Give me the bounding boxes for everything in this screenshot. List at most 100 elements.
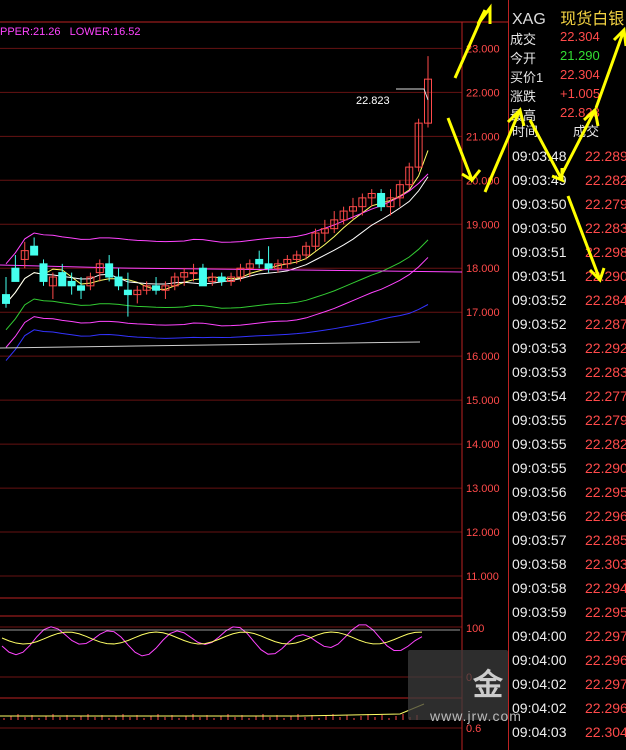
tick-time: 09:04:02 — [512, 676, 567, 692]
trading-screen: 23.000 22.000 21.000 20.000 19.000 18.000 17.0… — [0, 0, 626, 750]
bollinger-lower: LOWER:16.52 — [69, 26, 141, 38]
candle-body — [255, 258, 264, 265]
y-tick-label: 22.000 — [466, 87, 500, 99]
y-tick-label: 18.000 — [466, 263, 500, 275]
tick-time: 09:03:55 — [512, 436, 567, 452]
tick-row: 09:04:02 22.297 — [512, 676, 626, 700]
long-ma-line — [0, 341, 421, 349]
tick-row: 09:03:53 22.292 — [512, 340, 626, 364]
quote-row: 成交 22.304 — [510, 29, 626, 49]
tick-row: 09:03:58 22.303 — [512, 556, 626, 580]
osc-line-d — [1, 631, 423, 645]
tick-row: 09:03:59 22.295 — [512, 604, 626, 628]
tick-price: 22.290 — [585, 268, 626, 284]
candle-body — [189, 272, 198, 275]
tick-price: 22.292 — [585, 340, 626, 356]
ma5-line — [5, 150, 429, 304]
tick-row: 09:03:55 22.290 — [512, 460, 626, 484]
y-tick-label: 21.000 — [466, 131, 500, 143]
quote-label: 成交 — [510, 32, 537, 47]
y-tick-label: 14.000 — [466, 439, 500, 451]
tick-row: 09:04:00 22.296 — [512, 652, 626, 676]
tick-row: 09:03:56 22.295 — [512, 484, 626, 508]
watermark-url: www.jrw.com — [430, 708, 522, 724]
tick-price: 22.283 — [585, 220, 626, 236]
candle-body — [114, 276, 123, 287]
tick-row: 09:03:48 22.289 — [512, 148, 626, 172]
tick-time: 09:03:54 — [512, 388, 567, 404]
tick-price: 22.279 — [585, 412, 626, 428]
quote-label: 涨跌 — [510, 89, 537, 104]
tick-price: 22.290 — [585, 460, 626, 476]
tick-time: 09:03:58 — [512, 580, 567, 596]
tick-row: 09:03:58 22.294 — [512, 580, 626, 604]
tick-price: 22.296 — [585, 700, 626, 716]
tick-time: 09:03:51 — [512, 268, 567, 284]
tick-row: 09:03:54 22.277 — [512, 388, 626, 412]
tick-time: 09:03:59 — [512, 604, 567, 620]
bollinger-label: PPER:21.26 LOWER:16.52 — [0, 26, 141, 38]
tick-price: 22.295 — [585, 604, 626, 620]
tick-row: 09:04:00 22.297 — [512, 628, 626, 652]
price-chart: 23.00022.00021.00020.00019.00018.00017.0… — [0, 3, 508, 750]
candle-body — [67, 280, 76, 287]
quote-value: 21.290 — [560, 48, 600, 63]
y-tick-labels: 23.00022.00021.00020.00019.00018.00017.0… — [466, 43, 500, 583]
quote-title: XAG 现货白银 — [512, 5, 624, 29]
tick-header-time: 时间 — [512, 124, 539, 139]
quote-row: 买价1 22.304 — [510, 67, 626, 87]
tick-row: 09:03:50 22.283 — [512, 220, 626, 244]
y-tick-label: 13.000 — [466, 483, 500, 495]
tick-row: 09:03:51 22.290 — [512, 268, 626, 292]
instrument-name: 现货白银 — [560, 11, 625, 28]
y-tick-label: 17.000 — [466, 307, 500, 319]
tick-price: 22.297 — [585, 628, 626, 644]
quote-row: 今开 21.290 — [510, 48, 626, 68]
tick-price: 22.295 — [585, 484, 626, 500]
quote-value: 22.304 — [560, 67, 600, 82]
quote-value: +1.005 — [560, 86, 601, 101]
tick-time: 09:03:50 — [512, 196, 567, 212]
symbol: XAG — [512, 11, 546, 28]
quote-label: 今开 — [510, 51, 537, 66]
tick-time: 09:04:03 — [512, 724, 567, 740]
candle-body — [11, 267, 20, 282]
tick-row: 09:03:56 22.296 — [512, 508, 626, 532]
tick-row: 09:03:52 22.284 — [512, 292, 626, 316]
tick-price: 22.282 — [585, 172, 626, 188]
indicator2-bars — [0, 703, 425, 720]
quote-value: 22.823 — [560, 105, 600, 120]
candle-body — [30, 245, 39, 256]
watermark-logo: 金 — [473, 669, 503, 702]
tick-price: 22.277 — [585, 388, 626, 404]
ma40-line — [5, 304, 429, 361]
tick-price: 22.298 — [585, 244, 626, 260]
tick-row: 09:03:57 22.285 — [512, 532, 626, 556]
tick-time: 09:03:53 — [512, 364, 567, 380]
candle-body — [77, 285, 86, 291]
indicator1-label-top: 100 — [466, 623, 484, 635]
candle-body — [39, 263, 48, 282]
tick-row: 09:03:53 22.283 — [512, 364, 626, 388]
tick-price: 22.282 — [585, 436, 626, 452]
tick-row: 09:03:51 22.298 — [512, 244, 626, 268]
y-tick-label: 12.000 — [466, 527, 500, 539]
candle-body — [58, 272, 67, 287]
quote-value: 22.304 — [560, 29, 600, 44]
tick-time: 09:03:55 — [512, 460, 567, 476]
quote-label: 买价1 — [510, 70, 544, 85]
tick-price: 22.304 — [585, 724, 626, 740]
price-marker-line — [396, 88, 429, 101]
arrow-b — [446, 117, 482, 183]
tick-time: 09:04:00 — [512, 628, 567, 644]
tick-time: 09:03:51 — [512, 244, 567, 260]
tick-time: 09:03:57 — [512, 532, 567, 548]
tick-price: 22.289 — [585, 148, 626, 164]
candle-body — [264, 263, 273, 269]
y-tick-label: 15.000 — [466, 395, 500, 407]
tick-time: 09:03:56 — [512, 484, 567, 500]
tick-row: 09:04:03 22.304 — [512, 724, 626, 748]
tick-price: 22.296 — [585, 508, 626, 524]
y-tick-label: 16.000 — [466, 351, 500, 363]
tick-time: 09:03:50 — [512, 220, 567, 236]
